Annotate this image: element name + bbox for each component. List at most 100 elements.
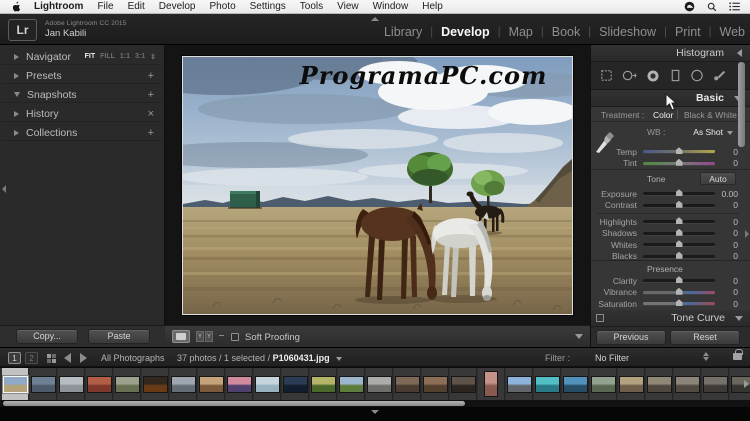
filmstrip-thumb-2[interactable] — [30, 368, 57, 400]
slider-track-whites[interactable] — [643, 243, 715, 246]
slider-thumb[interactable] — [676, 201, 683, 208]
treatment-color-option[interactable]: Color — [653, 110, 673, 120]
slider-track-temp[interactable] — [643, 150, 715, 153]
tone-curve-header[interactable]: Tone Curve — [591, 310, 750, 327]
filmstrip-collapse-arrow[interactable] — [371, 410, 379, 414]
filmstrip-thumb-10[interactable] — [254, 368, 281, 400]
filmstrip-thumb-6[interactable] — [142, 368, 169, 400]
slider-thumb[interactable] — [676, 189, 683, 196]
module-web[interactable]: Web — [720, 25, 745, 39]
menu-develop[interactable]: Develop — [152, 0, 203, 13]
panel-section-action[interactable]: + — [148, 127, 154, 139]
go-back-arrow[interactable] — [64, 353, 71, 363]
filmstrip-thumb-25[interactable] — [674, 368, 701, 400]
filmstrip-thumb-26[interactable] — [702, 368, 729, 400]
zoom-level-fill[interactable]: FILL — [100, 53, 115, 60]
wb-value-dropdown[interactable]: As Shot — [671, 127, 723, 137]
slider-track-vibrance[interactable] — [643, 291, 715, 294]
creative-cloud-icon[interactable] — [684, 1, 695, 12]
graduated-filter-icon[interactable] — [669, 68, 682, 83]
disclosure-triangle-icon[interactable] — [14, 54, 19, 60]
menu-tools[interactable]: Tools — [293, 0, 330, 13]
search-icon[interactable] — [707, 2, 717, 12]
reset-button[interactable]: Reset — [670, 330, 740, 345]
histogram-header[interactable]: Histogram — [591, 45, 750, 62]
filmstrip-thumb-15[interactable] — [394, 368, 421, 400]
panel-section-action[interactable]: + — [148, 89, 154, 101]
disclosure-triangle-icon[interactable] — [14, 130, 19, 136]
panel-section-action[interactable]: + — [148, 70, 154, 82]
spot-removal-icon[interactable] — [621, 68, 638, 83]
filmstrip-thumb-22[interactable] — [590, 368, 617, 400]
auto-tone-button[interactable]: Auto — [700, 172, 736, 185]
filename-dropdown-arrow[interactable] — [336, 357, 342, 361]
filmstrip-thumb-4[interactable] — [86, 368, 113, 400]
soft-proofing-checkbox[interactable] — [231, 333, 239, 341]
notification-list-icon[interactable] — [729, 2, 740, 11]
disclosure-triangle-icon[interactable] — [14, 111, 19, 117]
slider-thumb[interactable] — [676, 147, 683, 154]
filmstrip-scroll-right-arrow[interactable] — [744, 380, 749, 388]
zoom-level-chooser[interactable]: ⇕ — [150, 53, 156, 61]
slider-thumb[interactable] — [676, 217, 683, 224]
module-book[interactable]: Book — [552, 25, 581, 39]
module-develop[interactable]: Develop — [441, 25, 490, 39]
filmstrip-thumb-12[interactable] — [310, 368, 337, 400]
slider-thumb[interactable] — [676, 159, 683, 166]
previous-button[interactable]: Previous — [596, 330, 666, 345]
zoom-level-fit[interactable]: FIT — [85, 53, 96, 60]
toolbar-options-arrow[interactable] — [575, 334, 583, 339]
slider-thumb[interactable] — [676, 240, 683, 247]
filmstrip-thumb-11[interactable] — [282, 368, 309, 400]
loupe-view-button[interactable] — [172, 330, 190, 343]
slider-track-blacks[interactable] — [643, 255, 715, 258]
menu-photo[interactable]: Photo — [203, 0, 243, 13]
menu-edit[interactable]: Edit — [121, 0, 152, 13]
secondary-window-button[interactable]: 2 — [25, 352, 38, 364]
treatment-bw-option[interactable]: Black & White — [684, 110, 737, 120]
module-slideshow[interactable]: Slideshow — [599, 25, 656, 39]
filmstrip-thumb-24[interactable] — [646, 368, 673, 400]
filmstrip-thumb-17[interactable] — [450, 368, 477, 400]
grid-view-icon[interactable] — [47, 354, 56, 363]
filmstrip-thumb-16[interactable] — [422, 368, 449, 400]
filmstrip-thumb-8[interactable] — [198, 368, 225, 400]
disclosure-triangle-icon[interactable] — [14, 92, 20, 97]
right-panel-collapse-arrow[interactable] — [745, 230, 749, 238]
left-panel-collapse-arrow[interactable] — [2, 185, 6, 193]
go-forward-arrow[interactable] — [80, 353, 87, 363]
panel-section-collections[interactable]: Collections+ — [2, 125, 162, 141]
source-label[interactable]: All Photographs — [101, 353, 165, 363]
right-panel-scrollbar[interactable] — [738, 62, 745, 147]
main-window-button[interactable]: 1 — [8, 352, 21, 364]
radial-filter-icon[interactable] — [689, 68, 705, 83]
red-eye-correction-icon[interactable] — [645, 68, 661, 84]
menu-view[interactable]: View — [330, 0, 366, 13]
disclosure-triangle-icon[interactable] — [14, 73, 19, 79]
filmstrip-thumb-9[interactable] — [226, 368, 253, 400]
filmstrip-scrollbar-thumb[interactable] — [3, 401, 465, 406]
panel-section-presets[interactable]: Presets+ — [2, 68, 162, 84]
crop-overlay-icon[interactable] — [599, 68, 614, 83]
photo[interactable]: ProgramaPC.com — [182, 56, 573, 315]
menu-lightroom[interactable]: Lightroom — [27, 0, 90, 13]
copy-button[interactable]: Copy... — [16, 329, 78, 344]
filter-lock-icon[interactable] — [733, 353, 742, 360]
target-adjustment-icon[interactable] — [596, 314, 604, 322]
menu-file[interactable]: File — [90, 0, 120, 13]
menu-settings[interactable]: Settings — [243, 0, 293, 13]
filmstrip-thumb-21[interactable] — [562, 368, 589, 400]
slider-track-saturation[interactable] — [643, 302, 715, 305]
filmstrip-thumb-23[interactable] — [618, 368, 645, 400]
slider-thumb[interactable] — [676, 276, 683, 283]
module-library[interactable]: Library — [384, 25, 422, 39]
top-panel-collapse-arrow[interactable] — [371, 17, 379, 21]
filmstrip-thumb-5[interactable] — [114, 368, 141, 400]
slider-track-contrast[interactable] — [643, 204, 715, 207]
apple-menu-icon[interactable] — [6, 1, 27, 12]
slider-thumb[interactable] — [676, 288, 683, 295]
filmstrip-thumb-14[interactable] — [366, 368, 393, 400]
filmstrip-thumb-1[interactable] — [2, 368, 29, 400]
zoom-level-3:1[interactable]: 3:1 — [135, 53, 145, 60]
selection-status[interactable]: 37 photos / 1 selected / P1060431.jpg — [177, 353, 342, 363]
